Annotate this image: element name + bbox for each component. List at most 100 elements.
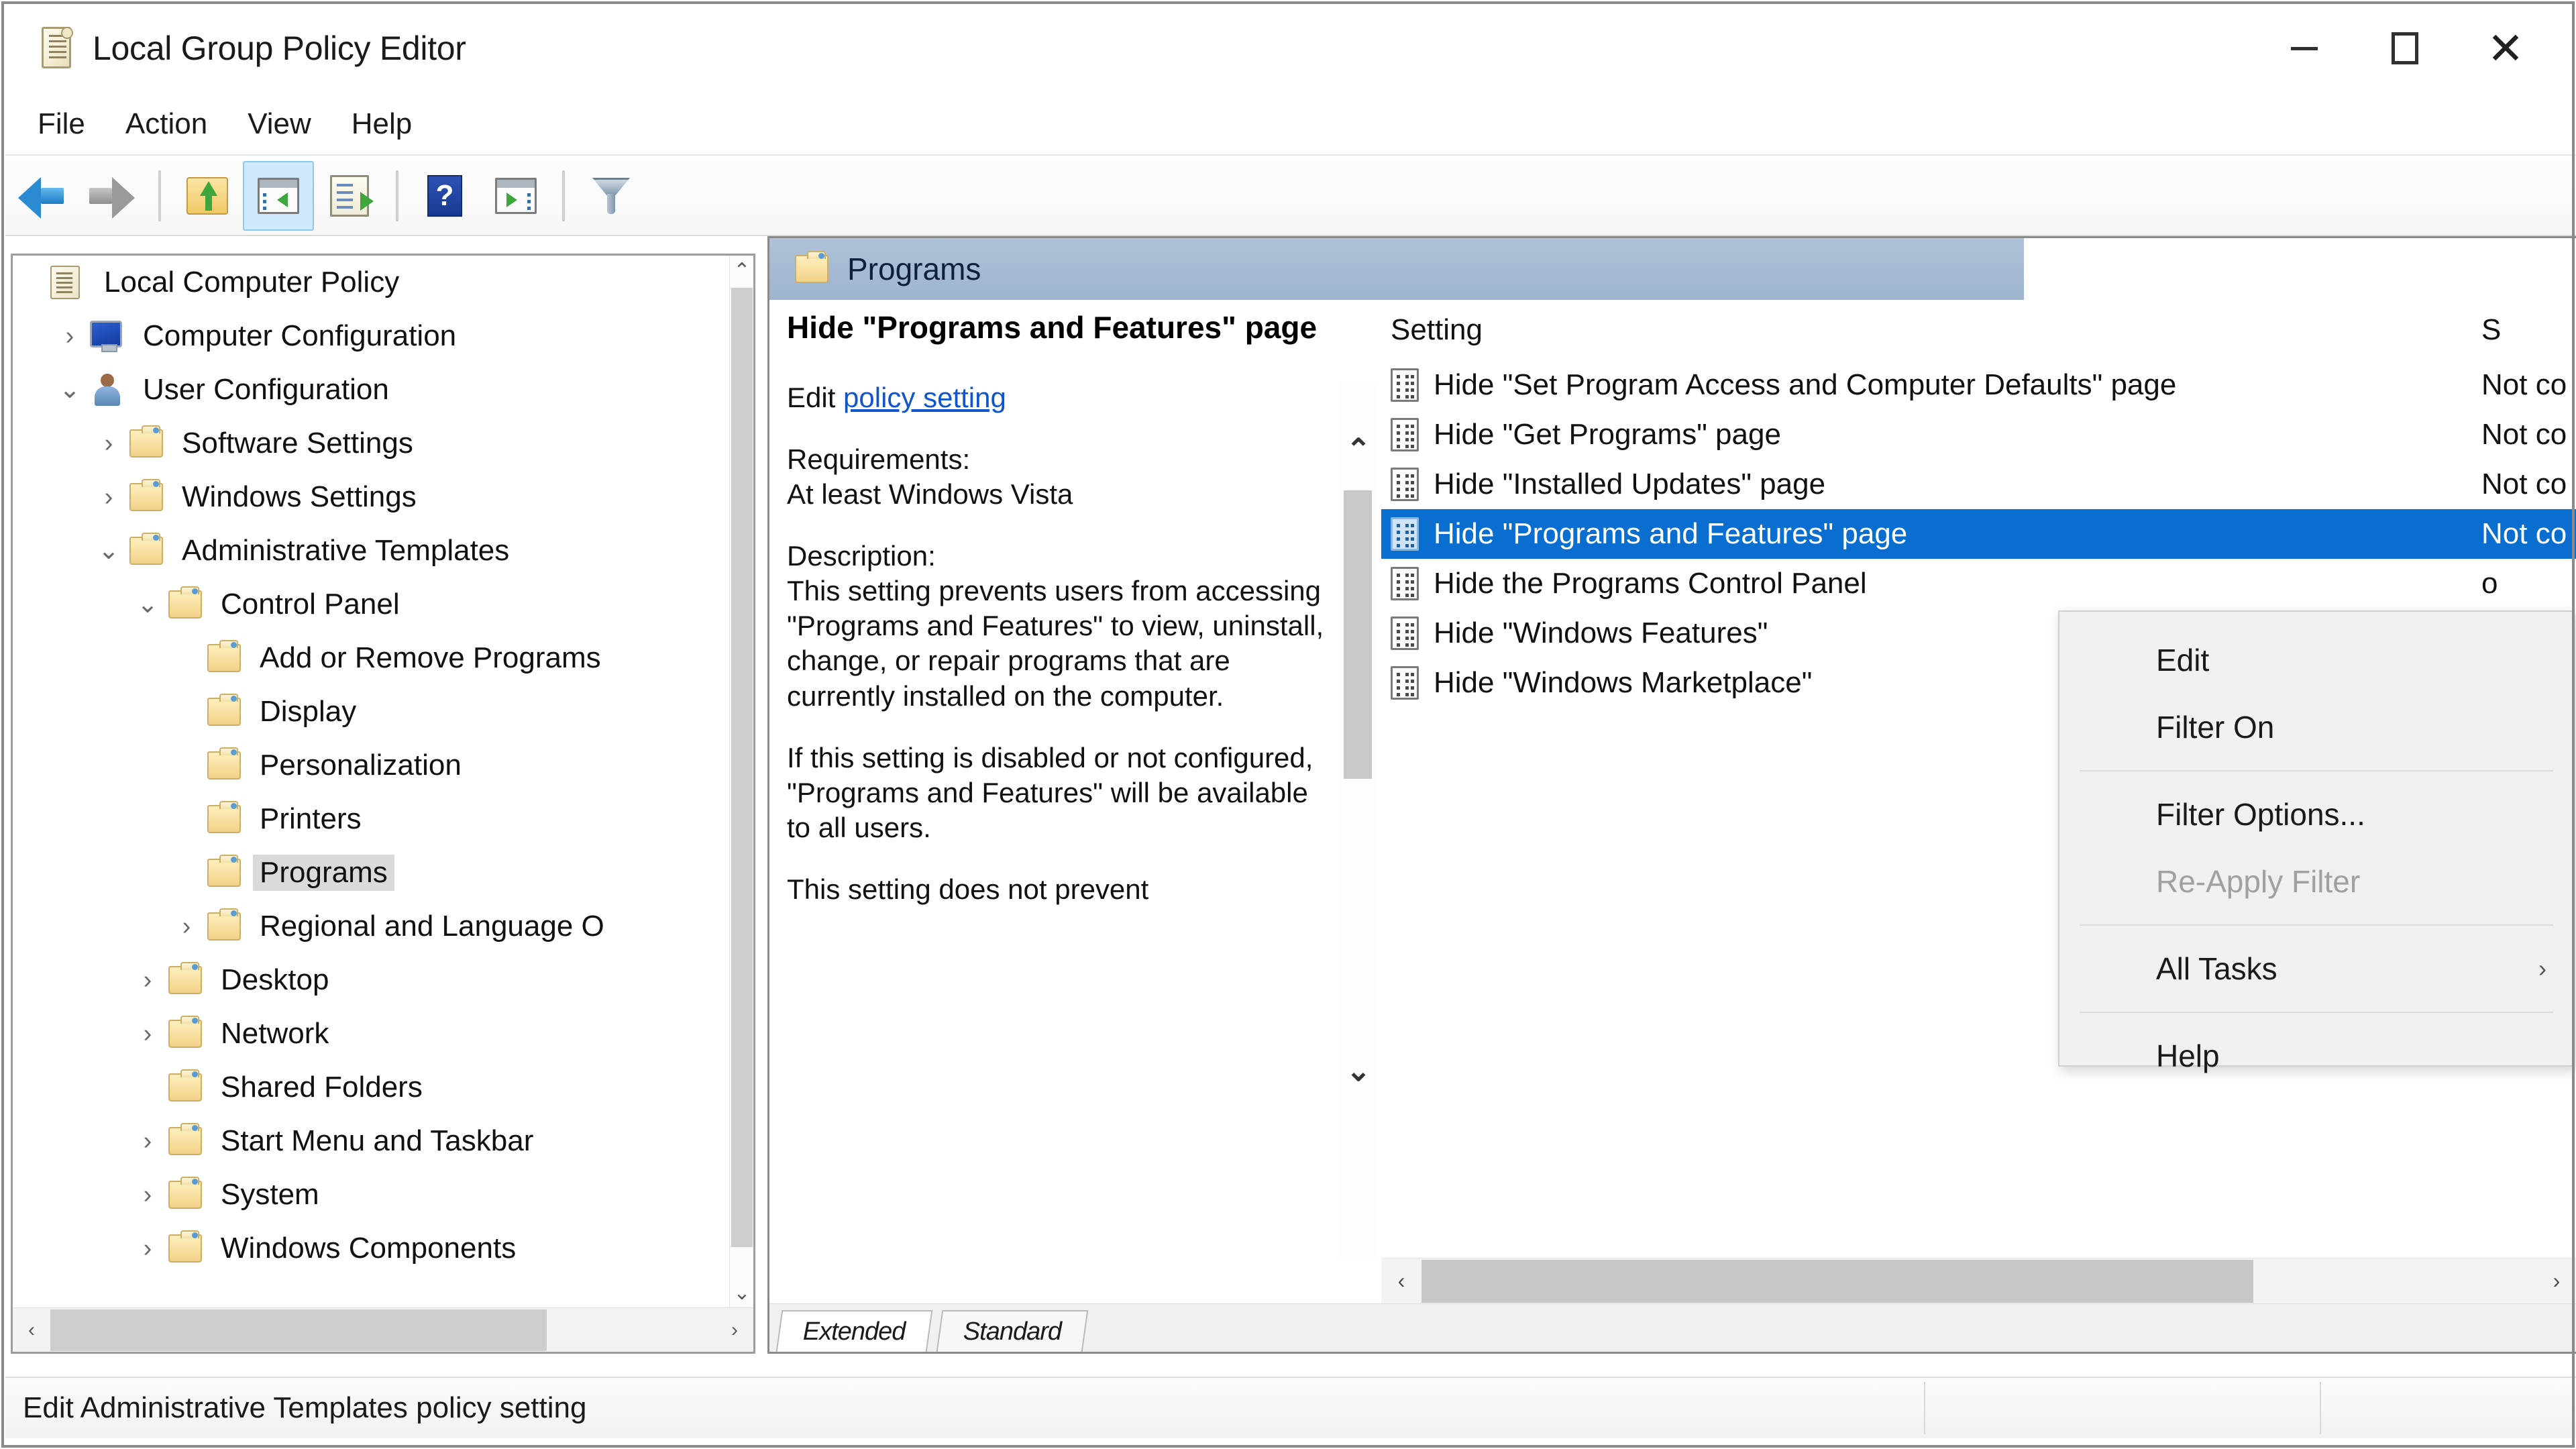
close-button[interactable]: ✕ — [2455, 4, 2556, 93]
tree-item-administrative-templates[interactable]: ⌄ Administrative Templates — [13, 524, 729, 578]
tree-item-label: Computer Configuration — [136, 318, 463, 354]
chevron-right-icon[interactable]: › — [52, 323, 88, 349]
help-button[interactable]: ? — [409, 161, 480, 231]
tree-item-display[interactable]: Display — [13, 685, 729, 739]
tree-item-personalization[interactable]: Personalization — [13, 739, 729, 792]
header-notch — [2024, 238, 2084, 300]
list-scroll-left-icon[interactable]: ‹ — [1381, 1258, 1421, 1304]
policy-setting-link[interactable]: policy setting — [843, 382, 1006, 413]
menu-view[interactable]: View — [227, 93, 331, 155]
export-list-button[interactable] — [314, 161, 385, 231]
scroll-left-icon[interactable]: ‹ — [13, 1308, 50, 1352]
maximize-button[interactable] — [2355, 4, 2455, 93]
table-row[interactable]: Hide "Programs and Features" pageNot co — [1381, 509, 2576, 559]
table-row[interactable]: Hide the Programs Control Panelo — [1381, 559, 2576, 608]
chevron-right-icon[interactable]: › — [91, 484, 127, 510]
scroll-down-icon[interactable]: ⌄ — [730, 1278, 754, 1307]
explain-pane: Hide "Programs and Features" page Edit p… — [773, 303, 1377, 1258]
tree-item-desktop[interactable]: ›Desktop — [13, 953, 729, 1007]
user-icon — [88, 372, 127, 408]
chevron-down-icon[interactable]: ⌄ — [91, 538, 127, 564]
context-menu-item-all-tasks[interactable]: All Tasks› — [2059, 935, 2573, 1002]
tab-standard[interactable]: Standard — [936, 1310, 1088, 1352]
list-scroll-track[interactable] — [1421, 1258, 2536, 1304]
tab-extended-label: Extended — [803, 1318, 906, 1346]
context-menu-item-edit[interactable]: Edit — [2059, 627, 2573, 694]
chevron-right-icon[interactable]: › — [129, 967, 166, 993]
column-header-setting[interactable]: Setting — [1381, 313, 2481, 347]
folder-icon — [166, 1177, 205, 1213]
explain-scroll-up-icon[interactable]: ⌃ — [1340, 426, 1377, 473]
explain-scroll-down-icon[interactable]: ⌄ — [1340, 1047, 1377, 1094]
chevron-down-icon[interactable]: ⌄ — [52, 377, 88, 402]
toolbar-separator — [158, 170, 161, 221]
menu-file[interactable]: File — [17, 93, 105, 155]
tree-item-programs[interactable]: Programs — [13, 846, 729, 900]
chevron-right-icon[interactable]: › — [129, 1182, 166, 1208]
folder-icon — [166, 1230, 205, 1267]
menu-help[interactable]: Help — [331, 93, 433, 155]
tree-item-windows-settings[interactable]: ›Windows Settings — [13, 470, 729, 524]
tree-vertical-scrollbar[interactable]: ⌃ ⌄ — [729, 256, 753, 1307]
list-scroll-right-icon[interactable]: › — [2536, 1258, 2576, 1304]
chevron-right-icon[interactable]: › — [129, 1128, 166, 1154]
table-row[interactable]: Hide "Get Programs" pageNot co — [1381, 410, 2576, 460]
tree-item-label: Administrative Templates — [175, 533, 516, 569]
show-hide-action-pane-button[interactable] — [480, 161, 551, 231]
tree-item-network[interactable]: ›Network — [13, 1007, 729, 1061]
minimize-button[interactable] — [2254, 4, 2355, 93]
tree-horizontal-scrollbar[interactable]: ‹ › — [13, 1307, 753, 1352]
tree-item-control-panel[interactable]: ⌄Control Panel — [13, 578, 729, 631]
tree-item-regional-and-language-o[interactable]: ›Regional and Language O — [13, 900, 729, 953]
tree-item-shared-folders[interactable]: Shared Folders — [13, 1061, 729, 1114]
context-menu-item-filter-on[interactable]: Filter On — [2059, 694, 2573, 761]
forward-button[interactable] — [76, 161, 148, 231]
context-menu-item-label: Help — [2156, 1038, 2220, 1074]
chevron-right-icon[interactable]: › — [129, 1021, 166, 1046]
chevron-placeholder — [168, 753, 205, 778]
tab-extended[interactable]: Extended — [776, 1310, 932, 1352]
tree-item-start-menu-and-taskbar[interactable]: › Start Menu and Taskbar — [13, 1114, 729, 1168]
tree-item-user-configuration[interactable]: ⌄ User Configuration — [13, 363, 729, 417]
show-hide-console-tree-button[interactable] — [243, 161, 314, 231]
table-row[interactable]: Hide "Set Program Access and Computer De… — [1381, 360, 2576, 410]
settings-list-horizontal-scrollbar[interactable]: ‹ › — [1381, 1258, 2576, 1303]
list-scroll-thumb[interactable] — [1421, 1260, 2253, 1303]
tree-item-label: Start Menu and Taskbar — [214, 1123, 540, 1159]
tree-item-system[interactable]: ›System — [13, 1168, 729, 1222]
scroll-thumb[interactable] — [731, 288, 753, 1247]
explain-vertical-scrollbar[interactable]: ⌃ ⌄ — [1340, 383, 1377, 1258]
tree-item-add-or-remove-programs[interactable]: Add or Remove Programs — [13, 631, 729, 685]
chevron-down-icon[interactable]: ⌄ — [129, 592, 166, 617]
scroll-track[interactable] — [50, 1308, 716, 1352]
tab-standard-label: Standard — [963, 1318, 1061, 1346]
menu-action[interactable]: Action — [105, 93, 227, 155]
tree-item-label: User Configuration — [136, 372, 396, 408]
tree-item-windows-components[interactable]: ›Windows Components — [13, 1222, 729, 1275]
explain-scroll-thumb[interactable] — [1344, 490, 1372, 779]
folder-icon — [205, 694, 244, 730]
tree-item-printers[interactable]: Printers — [13, 792, 729, 846]
tree-item-computer-configuration[interactable]: › Computer Configuration — [13, 309, 729, 363]
menu-bar: File Action View Help — [5, 94, 2576, 156]
status-text: Edit Administrative Templates policy set… — [23, 1391, 586, 1425]
console-tree-pane: Local Computer Policy › Computer Configura… — [11, 254, 755, 1354]
context-menu-item-help[interactable]: Help — [2059, 1022, 2573, 1089]
tree-item-software-settings[interactable]: ›Software Settings — [13, 417, 729, 470]
state-cell: Not co — [2481, 418, 2576, 451]
chevron-right-icon[interactable]: › — [129, 1236, 166, 1261]
chevron-right-icon[interactable]: › — [168, 914, 205, 939]
back-button[interactable] — [5, 161, 76, 231]
context-menu-item-re-apply-filter: Re-Apply Filter — [2059, 848, 2573, 915]
table-row[interactable]: Hide "Installed Updates" pageNot co — [1381, 460, 2576, 509]
filter-button[interactable] — [576, 161, 647, 231]
folder-icon — [166, 1123, 205, 1159]
tree-item-local-computer-policy[interactable]: Local Computer Policy — [13, 256, 729, 309]
chevron-right-icon[interactable]: › — [91, 431, 127, 456]
scroll-up-icon[interactable]: ⌃ — [730, 256, 754, 285]
column-header-state[interactable]: S — [2481, 313, 2576, 347]
scroll-thumb-horizontal[interactable] — [50, 1309, 547, 1351]
context-menu-item-filter-options[interactable]: Filter Options... — [2059, 781, 2573, 848]
scroll-right-icon[interactable]: › — [716, 1308, 753, 1352]
up-one-level-button[interactable] — [172, 161, 243, 231]
